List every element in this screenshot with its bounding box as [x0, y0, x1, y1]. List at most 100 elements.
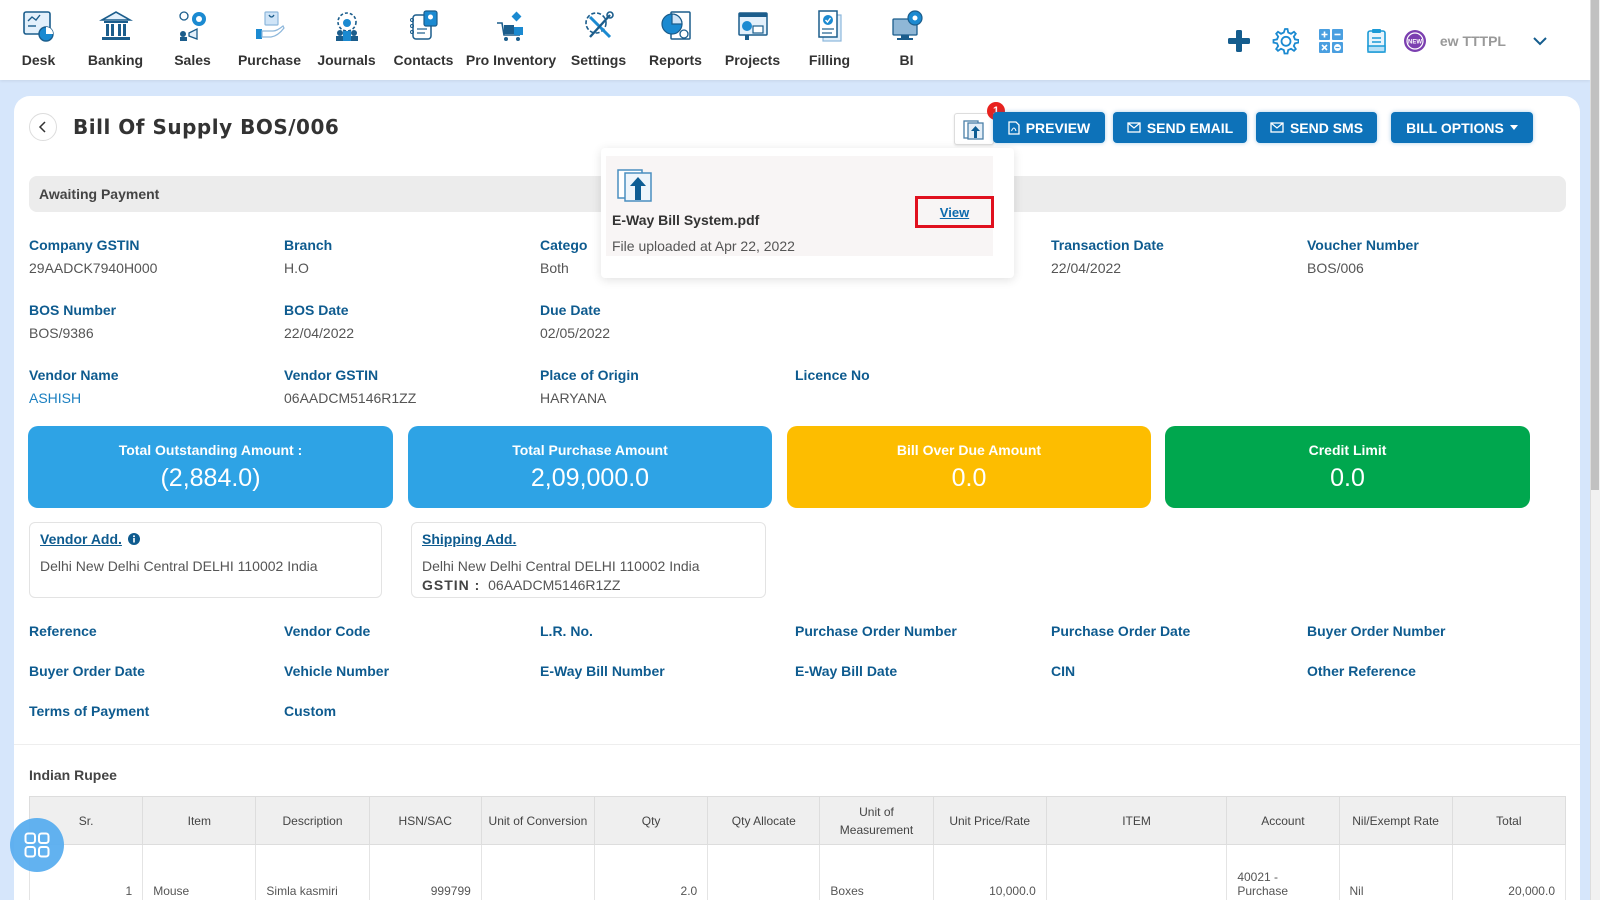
nav-label: Filling [808, 52, 851, 68]
cell-unit-measurement: Boxes [819, 844, 934, 900]
info-icon[interactable] [127, 533, 140, 545]
nav-bi[interactable]: BI [868, 0, 945, 80]
nav-pro-inventory[interactable]: Pro Inventory [462, 0, 560, 80]
field-eway-bill-date: E-Way Bill Date [795, 663, 898, 679]
new-badge-icon[interactable]: NEW [1400, 24, 1430, 58]
organization-name[interactable]: ew TTTPL [1440, 33, 1506, 49]
cell-unit-conversion [480, 844, 596, 900]
field-other-reference: Other Reference [1307, 663, 1416, 679]
table-row: 1 Mouse Simla kasmiri 999799 2.0 Boxes 1… [28, 844, 1567, 900]
attachments-button[interactable] [954, 113, 994, 145]
field-value: BOS/9386 [29, 325, 94, 341]
table-header-row: Sr. Item Description HSN/SAC Unit of Con… [28, 796, 1567, 845]
nav-reports[interactable]: Reports [637, 0, 714, 80]
send-email-button[interactable]: SEND EMAIL [1113, 112, 1247, 143]
nav-purchase[interactable]: Purchase [231, 0, 308, 80]
card-title: Credit Limit [1308, 442, 1387, 458]
field-label: Vendor Name [29, 367, 119, 383]
field-value: Both [540, 260, 569, 276]
field-purchase-order-date: Purchase Order Date [1051, 623, 1191, 639]
nav-contacts[interactable]: Contacts [385, 0, 462, 80]
cell-total: 20,000.0 [1451, 844, 1567, 900]
cell-hsn-sac: 999799 [368, 844, 482, 900]
field-value: 02/05/2022 [540, 325, 611, 341]
field-branch: Branch H.O [284, 237, 332, 276]
vendor-address-box: Vendor Add. Delhi New Delhi Central DELH… [29, 522, 382, 598]
currency-label: Indian Rupee [29, 767, 117, 783]
chevron-down-icon[interactable] [1530, 24, 1550, 58]
field-vendor-name: Vendor Name ASHISH [29, 367, 118, 406]
card-title: Total Purchase Amount [512, 442, 668, 458]
card-total-purchase: Total Purchase Amount 2,09,000.0 [408, 426, 772, 508]
scrollbar-thumb[interactable] [1591, 0, 1599, 490]
nav-projects[interactable]: Projects [714, 0, 791, 80]
field-due-date: Due Date 02/05/2022 [540, 302, 610, 341]
field-label: Catego [540, 237, 588, 253]
card-title: Total Outstanding Amount : [118, 442, 303, 458]
attachment-popover: E-Way Bill System.pdf File uploaded at A… [601, 148, 1014, 278]
vendor-address-title: Vendor Add. [40, 531, 122, 547]
cell-item-extra [1045, 844, 1228, 900]
attachment-upload-date: File uploaded at Apr 22, 2022 [612, 238, 795, 254]
field-purchase-order-number: Purchase Order Number [795, 623, 957, 639]
card-bill-overdue: Bill Over Due Amount 0.0 [787, 426, 1151, 508]
field-label: Vendor GSTIN [284, 367, 379, 383]
cell-qty-allocate [707, 844, 821, 900]
field-lr-no: L.R. No. [540, 623, 593, 639]
section-divider [14, 744, 1580, 745]
gstin-label: GSTIN : [422, 577, 481, 593]
page-scrollbar[interactable] [1590, 0, 1600, 900]
field-reference: Reference [29, 623, 97, 639]
apps-menu-button[interactable] [10, 818, 64, 872]
field-licence-no: Licence No [795, 367, 870, 390]
payment-status: Awaiting Payment [39, 186, 160, 202]
shipping-gstin: GSTIN : 06AADCM5146R1ZZ [422, 577, 755, 593]
nav-sales[interactable]: Sales [154, 0, 231, 80]
nav-journals[interactable]: Journals [308, 0, 385, 80]
view-attachment-link[interactable]: View [940, 205, 969, 220]
add-icon[interactable] [1216, 24, 1262, 58]
notes-icon[interactable] [1354, 24, 1400, 58]
nav-settings[interactable]: Settings [560, 0, 637, 80]
nav-filling[interactable]: Filling [791, 0, 868, 80]
field-label: BOS Number [29, 302, 117, 318]
nav-label: BI [899, 52, 914, 68]
calculator-icon[interactable] [1308, 24, 1354, 58]
grid-apps-icon [24, 832, 50, 858]
vendor-name-link[interactable]: ASHISH [29, 390, 118, 406]
cell-unit-price: 10,000.0 [932, 844, 1047, 900]
gear-icon[interactable] [1262, 24, 1308, 58]
journals-icon [329, 8, 365, 44]
send-sms-button[interactable]: SEND SMS [1256, 112, 1377, 143]
field-label: Licence No [795, 367, 870, 383]
field-eway-bill-number: E-Way Bill Number [540, 663, 665, 679]
caret-down-icon [1509, 125, 1518, 130]
cell-item-link[interactable]: Mouse [142, 844, 257, 900]
column-header: Unit Price/Rate [932, 796, 1047, 845]
settings-tools-icon [581, 8, 617, 44]
field-value: 29AADCK7940H000 [29, 260, 158, 276]
bill-detail-panel: Bill Of Supply BOS/006 1 PREVIEW SEND EM… [14, 96, 1580, 900]
vendor-address-text: Delhi New Delhi Central DELHI 110002 Ind… [40, 558, 318, 574]
field-terms-of-payment: Terms of Payment [29, 703, 150, 719]
bill-options-dropdown[interactable]: BILL OPTIONS [1391, 112, 1533, 143]
nav-label: Projects [724, 52, 781, 68]
nav-banking[interactable]: Banking [77, 0, 154, 80]
shipping-address-link[interactable]: Shipping Add. [422, 531, 516, 547]
field-label: Branch [284, 237, 333, 253]
vendor-address-link[interactable]: Vendor Add. [40, 531, 140, 547]
field-company-gstin: Company GSTIN 29AADCK7940H000 [29, 237, 157, 276]
nav-desk[interactable]: Desk [0, 0, 77, 80]
card-title: Bill Over Due Amount [896, 442, 1042, 458]
cell-nil-exempt-rate: Nil [1338, 844, 1453, 900]
field-buyer-order-number: Buyer Order Number [1307, 623, 1446, 639]
purchase-icon [252, 8, 288, 44]
field-bos-date: BOS Date 22/04/2022 [284, 302, 354, 341]
filling-icon [812, 8, 848, 44]
column-header: Nil/Exempt Rate [1338, 796, 1453, 845]
field-label: Voucher Number [1307, 237, 1419, 253]
back-button[interactable] [29, 113, 57, 141]
preview-button[interactable]: PREVIEW [993, 112, 1105, 143]
cell-account: 40021 - Purchase [1226, 844, 1340, 900]
nav-label: Sales [174, 52, 211, 68]
